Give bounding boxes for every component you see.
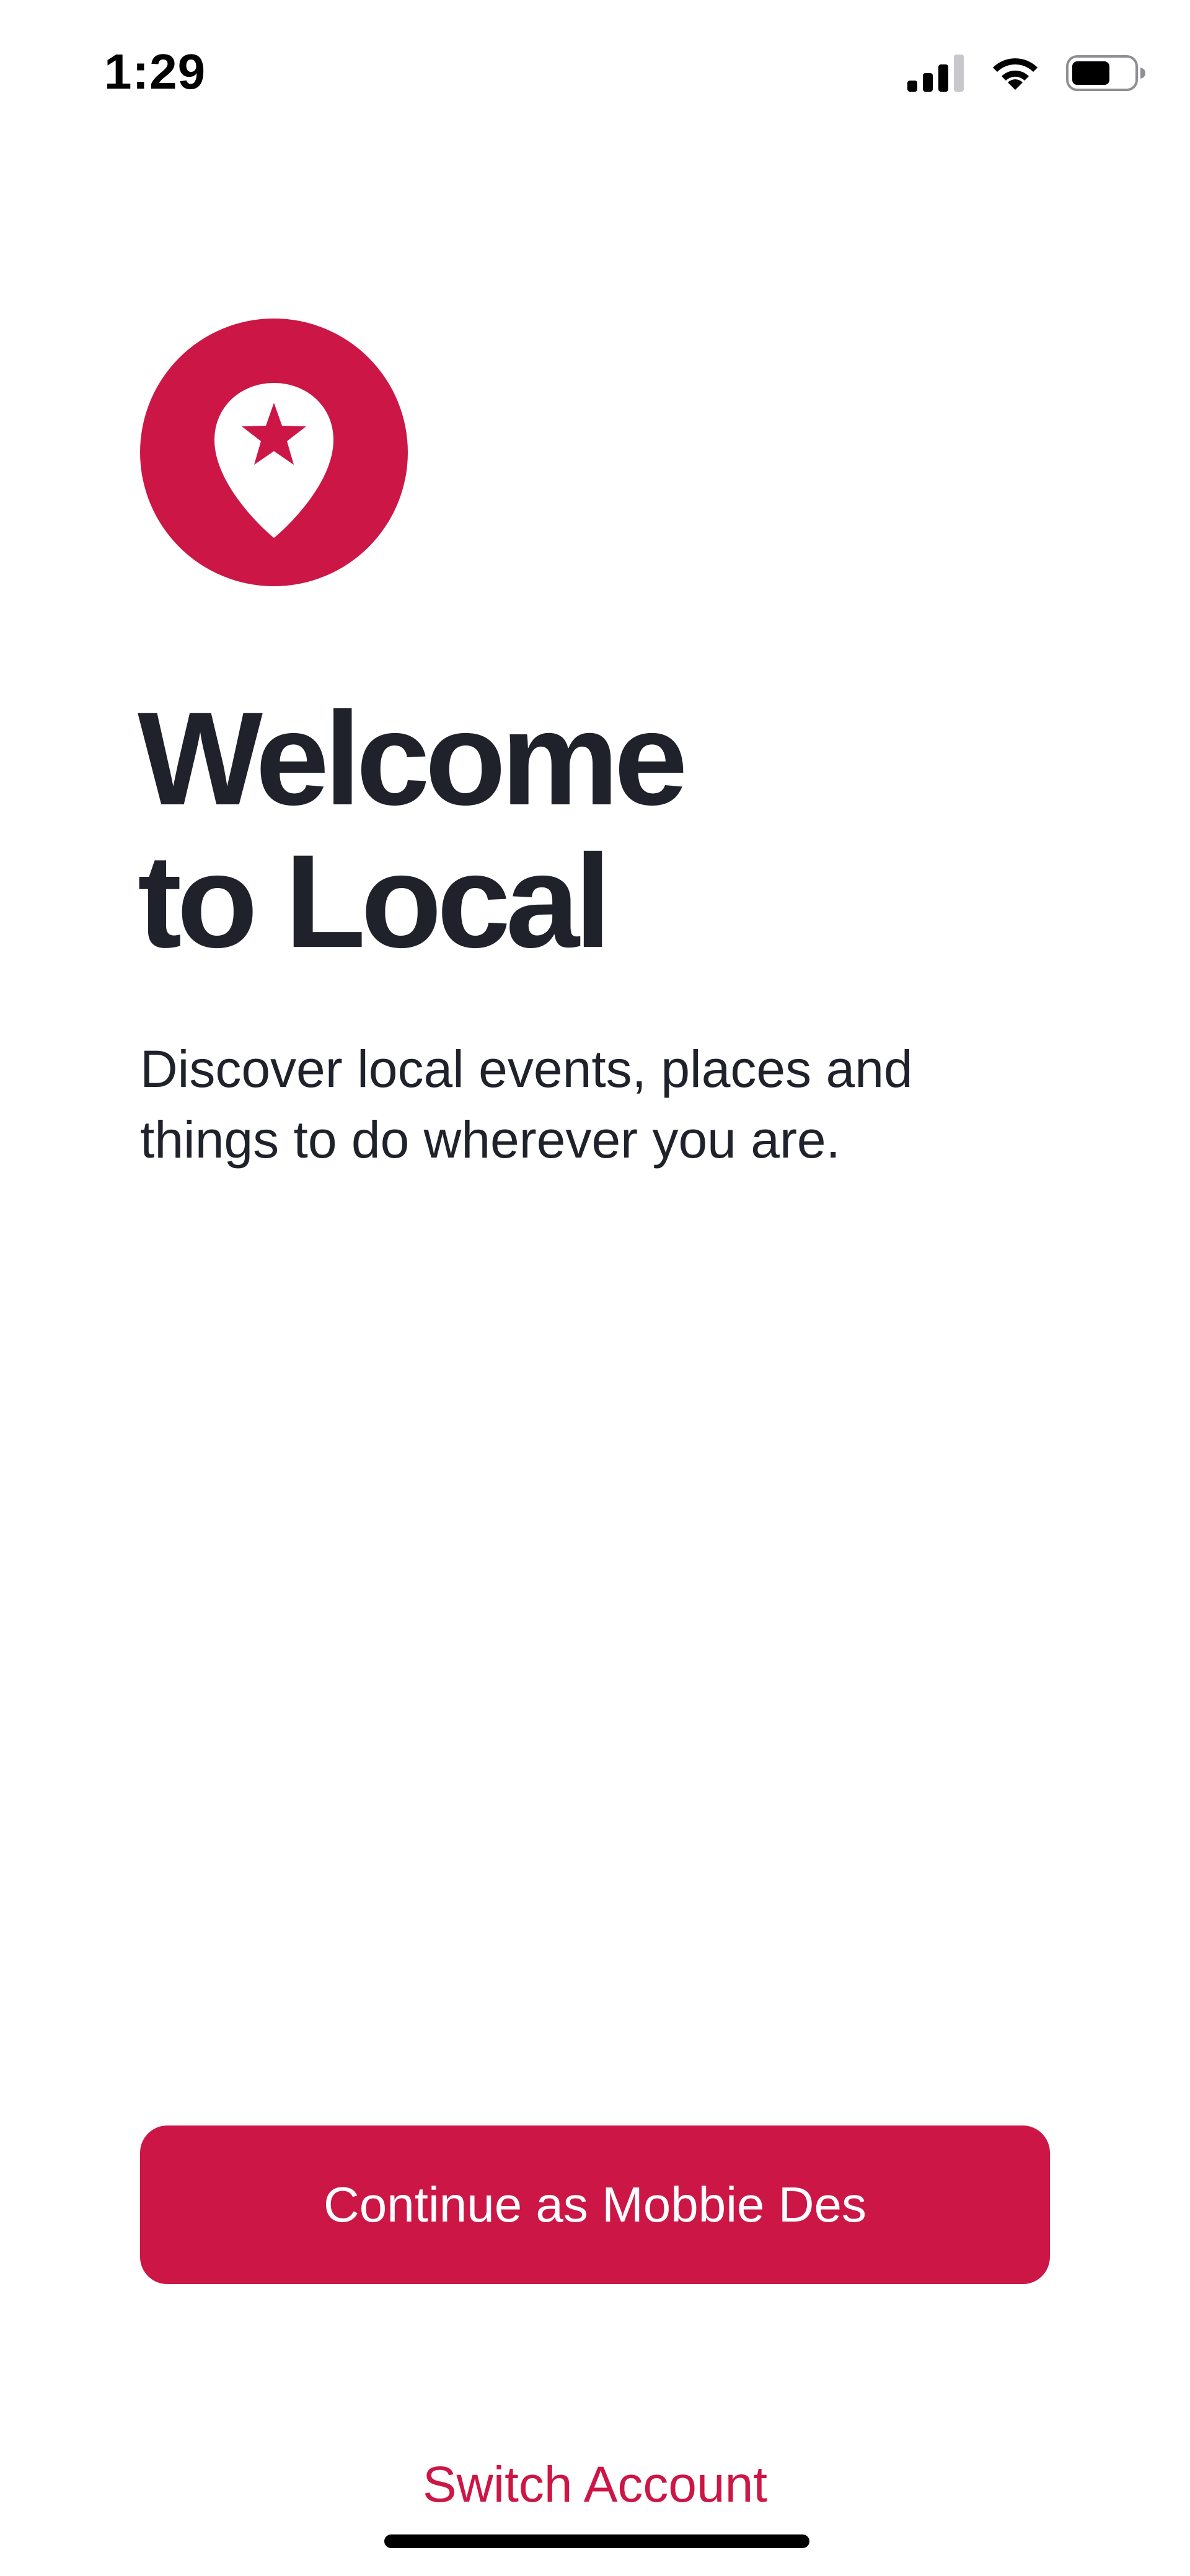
cellular-signal-icon	[907, 54, 964, 95]
status-time: 1:29	[104, 44, 206, 99]
app-logo	[140, 319, 408, 586]
welcome-subtitle: Discover local events, places and things…	[140, 1034, 1070, 1175]
status-icons	[907, 50, 1147, 99]
home-indicator	[384, 2534, 809, 2548]
continue-button[interactable]: Continue as Mobbie Des	[140, 2125, 1050, 2284]
map-pin-star-icon	[214, 383, 333, 538]
welcome-title-line-1: Welcome	[138, 685, 688, 833]
switch-account-link[interactable]: Switch Account	[0, 2454, 1190, 2516]
battery-icon	[1066, 54, 1147, 95]
welcome-subtitle-line-2: things to do wherever you are.	[140, 1110, 840, 1169]
status-bar: 1:29	[0, 0, 1190, 149]
welcome-title: Welcome to Local	[138, 688, 1129, 973]
wifi-icon	[989, 54, 1041, 95]
welcome-subtitle-line-1: Discover local events, places and	[140, 1040, 913, 1098]
welcome-title-line-2: to Local	[138, 827, 611, 975]
